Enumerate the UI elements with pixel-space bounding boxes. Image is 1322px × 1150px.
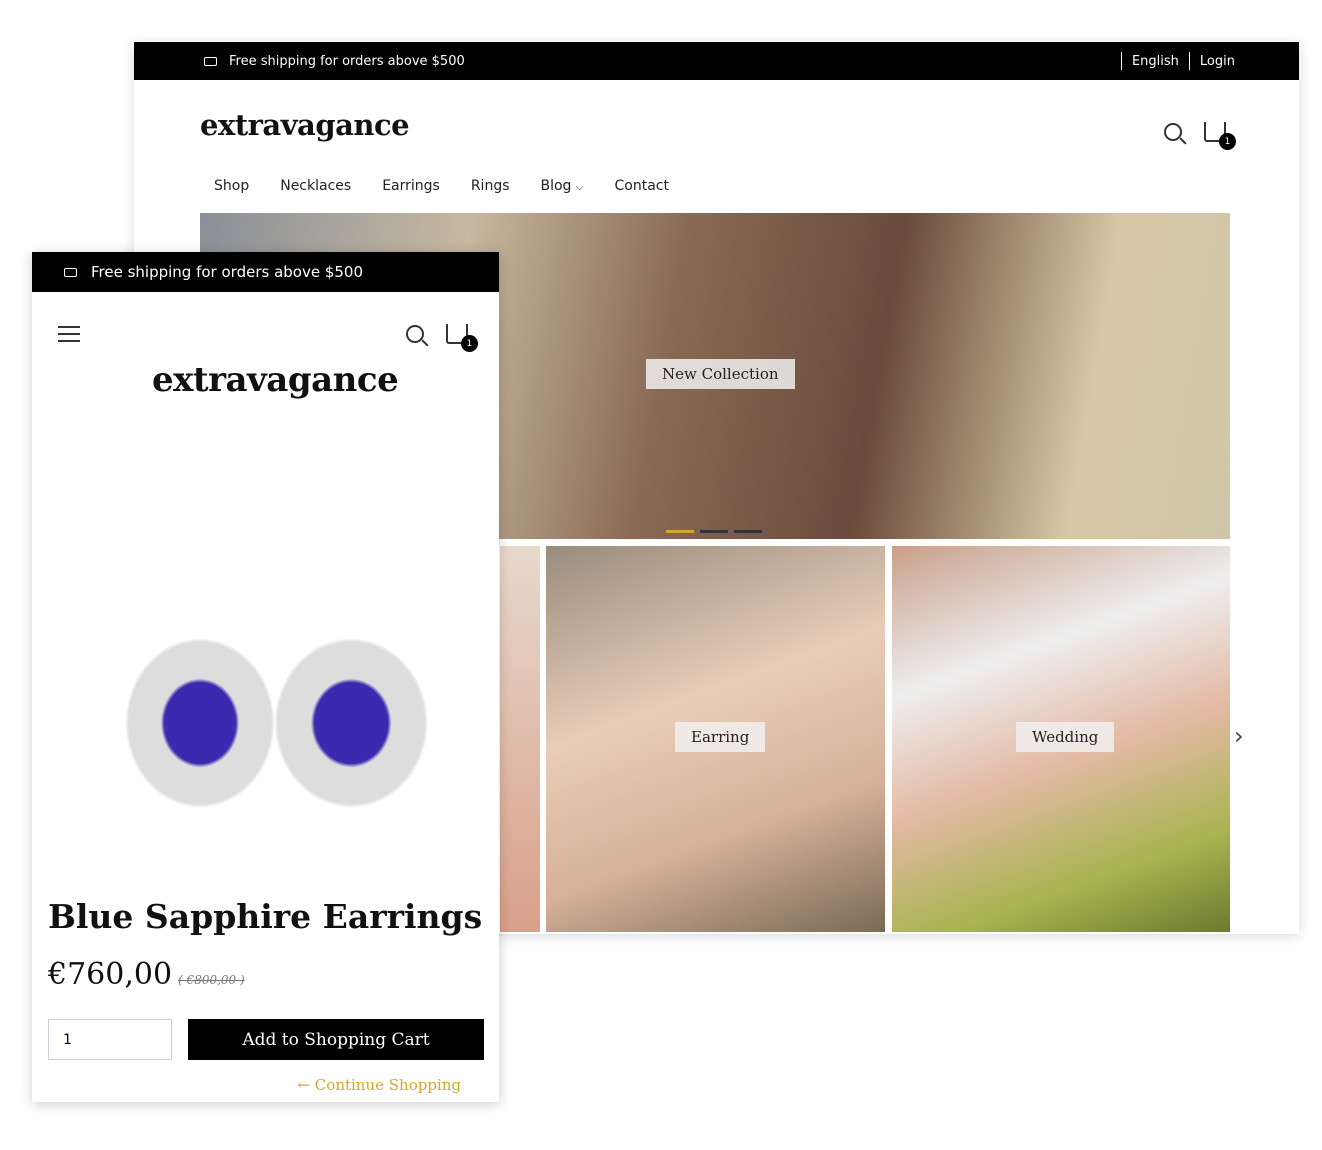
nav-contact[interactable]: Contact: [615, 178, 669, 194]
login-link[interactable]: Login: [1200, 54, 1235, 69]
logo[interactable]: extravagance: [200, 108, 410, 142]
product-image: [92, 437, 452, 877]
shipping-text: Free shipping for orders above $500: [229, 53, 465, 69]
shipping-text: Free shipping for orders above $500: [91, 263, 364, 281]
truck-icon: [64, 267, 77, 277]
main-nav: Shop Necklaces Earrings Rings Blog ⌵ Con…: [214, 178, 669, 194]
chevron-down-icon: ⌵: [575, 182, 584, 193]
nav-shop[interactable]: Shop: [214, 178, 249, 194]
search-icon[interactable]: [406, 325, 424, 343]
quantity-input[interactable]: 1: [48, 1019, 172, 1060]
announcement-bar: Free shipping for orders above $500: [32, 252, 499, 292]
nav-rings[interactable]: Rings: [471, 178, 510, 194]
truck-icon: [204, 56, 217, 66]
add-to-cart-button[interactable]: Add to Shopping Cart: [188, 1019, 484, 1060]
hero-label[interactable]: New Collection: [646, 359, 795, 389]
category-tile[interactable]: [500, 546, 540, 932]
cart-badge: 1: [1219, 133, 1236, 150]
mobile-screenshot: Free shipping for orders above $500 1 ex…: [32, 252, 499, 1102]
product-title: Blue Sapphire Earrings: [48, 897, 483, 936]
continue-shopping-link[interactable]: ← Continue Shopping: [297, 1076, 461, 1094]
language-link[interactable]: English: [1132, 54, 1179, 69]
cart-icon[interactable]: 1: [446, 324, 478, 352]
nav-necklaces[interactable]: Necklaces: [280, 178, 351, 194]
search-icon[interactable]: [1164, 123, 1182, 141]
nav-blog[interactable]: Blog ⌵: [541, 178, 584, 194]
cart-badge: 1: [461, 335, 478, 352]
menu-icon[interactable]: [58, 326, 80, 347]
slider-dots[interactable]: [666, 530, 762, 533]
nav-earrings[interactable]: Earrings: [382, 178, 440, 194]
price: €760,00( €800,00 ): [48, 957, 245, 992]
category-tile-wedding[interactable]: Wedding: [892, 546, 1230, 932]
chevron-right-icon[interactable]: ›: [1234, 722, 1244, 750]
logo[interactable]: extravagance: [152, 360, 399, 400]
cart-icon[interactable]: 1: [1204, 122, 1236, 150]
announcement-bar: Free shipping for orders above $500 Engl…: [134, 42, 1299, 80]
old-price: ( €800,00 ): [178, 973, 245, 987]
category-tile-earring[interactable]: Earring: [546, 546, 885, 932]
